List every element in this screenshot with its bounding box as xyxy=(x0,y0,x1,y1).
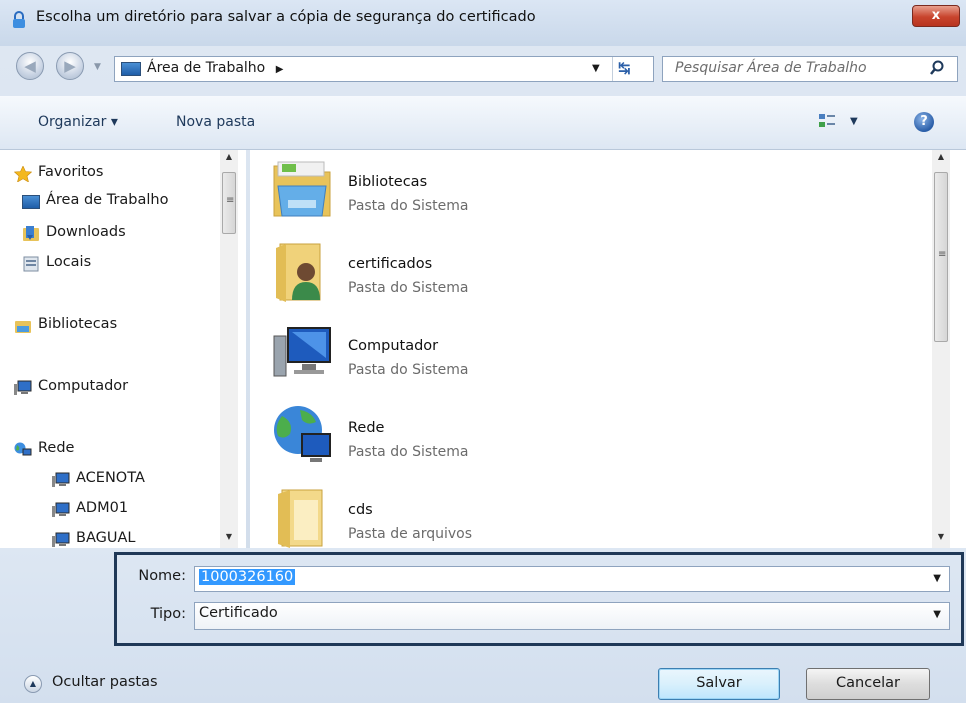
computer-icon xyxy=(273,327,331,377)
computer-icon xyxy=(14,380,32,395)
file-name: Rede xyxy=(348,420,385,436)
nav-label: ACENOTA xyxy=(76,470,145,486)
computer-icon xyxy=(52,532,70,547)
file-scroll-thumb[interactable]: ≡ xyxy=(934,172,948,342)
file-name-value: 1000326160 xyxy=(199,569,296,585)
nav-label: BAGUAL xyxy=(76,530,136,546)
window-title: Escolha um diretório para salvar a cópia… xyxy=(36,9,536,25)
star-icon xyxy=(14,166,32,182)
nav-label: Downloads xyxy=(46,224,126,240)
chevron-down-icon[interactable]: ▼ xyxy=(933,573,941,584)
cancel-button[interactable]: Cancelar xyxy=(806,668,930,700)
list-item[interactable]: cds Pasta de arquivos xyxy=(268,482,828,548)
grip-icon: ≡ xyxy=(938,249,947,260)
nav-label: Bibliotecas xyxy=(38,316,118,332)
nav-label: Locais xyxy=(46,254,92,270)
nav-label: Rede xyxy=(38,440,75,456)
file-name-input[interactable]: 1000326160 ▼ xyxy=(194,566,950,592)
save-button[interactable]: Salvar xyxy=(658,668,780,700)
nav-label: ADM01 xyxy=(76,500,129,516)
search-input[interactable]: Pesquisar Área de Trabalho xyxy=(662,56,958,82)
organize-button[interactable]: Organizar ▾ xyxy=(38,114,118,130)
libraries-icon xyxy=(273,161,331,217)
scroll-down-icon[interactable]: ▼ xyxy=(221,532,237,541)
close-button[interactable]: x xyxy=(912,5,960,27)
search-placeholder: Pesquisar Área de Trabalho xyxy=(675,60,867,76)
search-icon[interactable] xyxy=(929,60,945,76)
hide-folders-label: Ocultar pastas xyxy=(52,674,158,690)
chevron-up-icon: ▲ xyxy=(24,675,42,693)
lock-icon xyxy=(13,11,25,28)
name-label: Nome: xyxy=(138,568,186,584)
view-options-icon[interactable] xyxy=(818,112,836,130)
file-type: Pasta do Sistema xyxy=(348,280,469,296)
chevron-down-icon[interactable]: ▼ xyxy=(933,609,941,620)
file-type: Pasta de arquivos xyxy=(348,526,473,542)
type-label: Tipo: xyxy=(150,606,186,622)
address-divider xyxy=(612,57,613,81)
file-list-pane: Bibliotecas Pasta do Sistema certificado… xyxy=(250,150,966,548)
refresh-icon[interactable]: ↹ xyxy=(618,59,631,77)
list-item[interactable]: Rede Pasta do Sistema xyxy=(268,400,828,472)
save-dialog: Escolha um diretório para salvar a cópia… xyxy=(0,0,966,703)
file-name: certificados xyxy=(348,256,433,272)
scroll-down-icon[interactable]: ▼ xyxy=(933,532,949,541)
computer-icon xyxy=(52,472,70,487)
new-folder-button[interactable]: Nova pasta xyxy=(176,114,255,130)
navigation-pane: Favoritos Área de Trabalho Downloads Loc… xyxy=(0,150,246,548)
network-icon xyxy=(14,442,32,456)
breadcrumb-chevron-icon[interactable]: ▶ xyxy=(276,64,284,75)
list-item[interactable]: certificados Pasta do Sistema xyxy=(268,236,828,308)
nav-label: Computador xyxy=(38,378,129,394)
downloads-folder-icon xyxy=(23,226,39,241)
list-item[interactable]: Computador Pasta do Sistema xyxy=(268,318,828,390)
scroll-up-icon[interactable]: ▲ xyxy=(933,152,949,161)
help-icon[interactable]: ? xyxy=(914,112,934,132)
file-name: Computador xyxy=(348,338,439,354)
back-arrow-icon: ◀ xyxy=(24,57,36,75)
recent-places-icon xyxy=(23,256,39,272)
nav-scroll-thumb[interactable]: ≡ xyxy=(222,172,236,234)
scroll-up-icon[interactable]: ▲ xyxy=(221,152,237,161)
computer-icon xyxy=(52,502,70,517)
nav-scrollbar[interactable]: ▲ ≡ ▼ xyxy=(220,150,238,548)
forward-arrow-icon: ▶ xyxy=(64,57,76,75)
address-dropdown-icon[interactable]: ▼ xyxy=(592,63,600,74)
file-name: cds xyxy=(348,502,373,518)
view-dropdown-icon[interactable]: ▼ xyxy=(850,116,858,127)
network-icon xyxy=(274,406,331,462)
file-type: Pasta do Sistema xyxy=(348,362,469,378)
recent-pages-dropdown-icon[interactable]: ▼ xyxy=(94,62,101,72)
command-toolbar: Organizar ▾ Nova pasta ▼ ? xyxy=(0,96,966,150)
nav-label: Favoritos xyxy=(38,164,104,180)
file-type-select[interactable]: Certificado ▼ xyxy=(194,602,950,630)
forward-button[interactable]: ▶ xyxy=(56,52,84,80)
list-item[interactable]: Bibliotecas Pasta do Sistema xyxy=(268,154,828,226)
title-bar: Escolha um diretório para salvar a cópia… xyxy=(0,0,966,46)
desktop-icon xyxy=(22,195,40,209)
file-type: Pasta do Sistema xyxy=(348,198,469,214)
file-list-scrollbar[interactable]: ▲ ≡ ▼ xyxy=(932,150,950,548)
grip-icon: ≡ xyxy=(226,195,235,206)
folder-icon xyxy=(278,489,323,548)
user-folder-icon xyxy=(276,243,321,302)
nav-label: Área de Trabalho xyxy=(46,192,169,208)
breadcrumb-desktop[interactable]: Área de Trabalho xyxy=(147,60,265,76)
file-name: Bibliotecas xyxy=(348,174,428,190)
file-type-value: Certificado xyxy=(199,605,278,621)
back-button[interactable]: ◀ xyxy=(16,52,44,80)
libraries-icon xyxy=(15,321,31,333)
file-type: Pasta do Sistema xyxy=(348,444,469,460)
address-bar[interactable]: Área de Trabalho ▶ ▼ ↹ xyxy=(114,56,654,82)
desktop-icon xyxy=(121,62,141,76)
